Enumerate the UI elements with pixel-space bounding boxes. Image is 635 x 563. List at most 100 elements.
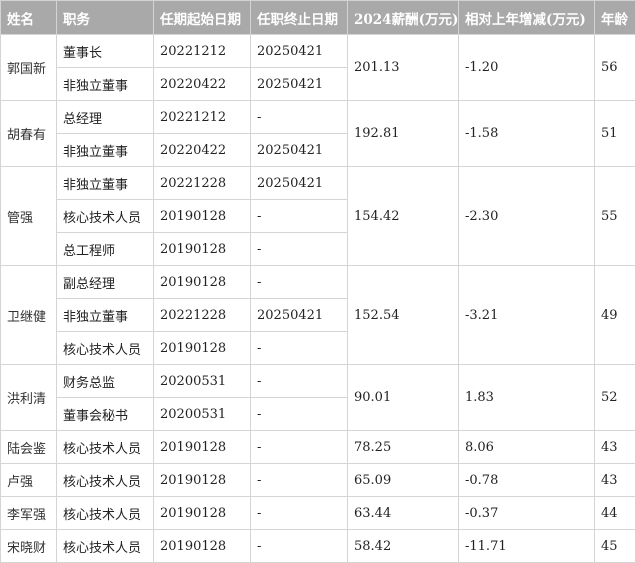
start-date-cell: 20190128 (154, 266, 251, 299)
age-cell: 52 (595, 365, 635, 431)
pay-cell: 152.54 (348, 266, 459, 365)
start-date-cell: 20200531 (154, 398, 251, 431)
position-cell: 非独立董事 (57, 299, 154, 332)
pay-cell: 58.42 (348, 530, 459, 563)
pay-cell: 192.81 (348, 101, 459, 167)
end-date-cell: - (251, 464, 348, 497)
pay-cell: 90.01 (348, 365, 459, 431)
change-cell: -0.78 (459, 464, 595, 497)
start-date-cell: 20190128 (154, 530, 251, 563)
header-age: 年龄 (595, 1, 635, 35)
change-cell: -0.37 (459, 497, 595, 530)
pay-cell: 78.25 (348, 431, 459, 464)
table-row: 李军强核心技术人员20190128-63.44-0.3744 (1, 497, 635, 530)
person-name: 胡春有 (1, 101, 57, 167)
age-cell: 45 (595, 530, 635, 563)
header-start-date: 任期起始日期 (154, 1, 251, 35)
change-cell: -1.20 (459, 35, 595, 101)
position-cell: 核心技术人员 (57, 497, 154, 530)
table-row: 胡春有总经理20221212-192.81-1.5851 (1, 101, 635, 134)
position-cell: 核心技术人员 (57, 464, 154, 497)
end-date-cell: - (251, 200, 348, 233)
position-cell: 核心技术人员 (57, 200, 154, 233)
person-name: 管强 (1, 167, 57, 266)
start-date-cell: 20221212 (154, 35, 251, 68)
table-row: 郭国新董事长2022121220250421201.13-1.2056 (1, 35, 635, 68)
table-row: 洪利清财务总监20200531-90.011.8352 (1, 365, 635, 398)
start-date-cell: 20221228 (154, 299, 251, 332)
person-name: 卫继健 (1, 266, 57, 365)
person-name: 宋晓财 (1, 530, 57, 563)
start-date-cell: 20220422 (154, 134, 251, 167)
table-body: 郭国新董事长2022121220250421201.13-1.2056非独立董事… (1, 35, 635, 563)
start-date-cell: 20190128 (154, 332, 251, 365)
start-date-cell: 20190128 (154, 233, 251, 266)
person-name: 洪利清 (1, 365, 57, 431)
end-date-cell: 20250421 (251, 35, 348, 68)
pay-cell: 154.42 (348, 167, 459, 266)
age-cell: 56 (595, 35, 635, 101)
table-row: 管强非独立董事2022122820250421154.42-2.3055 (1, 167, 635, 200)
change-cell: 8.06 (459, 431, 595, 464)
person-name: 郭国新 (1, 35, 57, 101)
end-date-cell: 20250421 (251, 167, 348, 200)
header-position: 职务 (57, 1, 154, 35)
end-date-cell: 20250421 (251, 299, 348, 332)
age-cell: 51 (595, 101, 635, 167)
start-date-cell: 20200531 (154, 365, 251, 398)
end-date-cell: - (251, 398, 348, 431)
header-end-date: 任职终止日期 (251, 1, 348, 35)
start-date-cell: 20190128 (154, 497, 251, 530)
end-date-cell: - (251, 266, 348, 299)
end-date-cell: - (251, 233, 348, 266)
start-date-cell: 20190128 (154, 200, 251, 233)
end-date-cell: - (251, 431, 348, 464)
position-cell: 非独立董事 (57, 68, 154, 101)
position-cell: 总经理 (57, 101, 154, 134)
age-cell: 49 (595, 266, 635, 365)
table-row: 卢强核心技术人员20190128-65.09-0.7843 (1, 464, 635, 497)
table-row: 卫继健副总经理20190128-152.54-3.2149 (1, 266, 635, 299)
change-cell: 1.83 (459, 365, 595, 431)
table-header: 姓名 职务 任期起始日期 任职终止日期 2024薪酬(万元) 相对上年增减(万元… (1, 1, 635, 35)
position-cell: 财务总监 (57, 365, 154, 398)
age-cell: 43 (595, 431, 635, 464)
pay-cell: 65.09 (348, 464, 459, 497)
position-cell: 非独立董事 (57, 167, 154, 200)
person-name: 卢强 (1, 464, 57, 497)
position-cell: 总工程师 (57, 233, 154, 266)
position-cell: 非独立董事 (57, 134, 154, 167)
change-cell: -3.21 (459, 266, 595, 365)
header-pay: 2024薪酬(万元) (348, 1, 459, 35)
start-date-cell: 20190128 (154, 464, 251, 497)
position-cell: 董事会秘书 (57, 398, 154, 431)
position-cell: 核心技术人员 (57, 431, 154, 464)
pay-cell: 63.44 (348, 497, 459, 530)
end-date-cell: 20250421 (251, 68, 348, 101)
end-date-cell: - (251, 101, 348, 134)
end-date-cell: - (251, 530, 348, 563)
end-date-cell: - (251, 365, 348, 398)
end-date-cell: 20250421 (251, 134, 348, 167)
start-date-cell: 20221228 (154, 167, 251, 200)
start-date-cell: 20220422 (154, 68, 251, 101)
table-row: 宋晓财核心技术人员20190128-58.42-11.7145 (1, 530, 635, 563)
age-cell: 43 (595, 464, 635, 497)
age-cell: 44 (595, 497, 635, 530)
age-cell: 55 (595, 167, 635, 266)
change-cell: -11.71 (459, 530, 595, 563)
executive-compensation-table: 姓名 职务 任期起始日期 任职终止日期 2024薪酬(万元) 相对上年增减(万元… (0, 0, 635, 563)
change-cell: -1.58 (459, 101, 595, 167)
position-cell: 核心技术人员 (57, 332, 154, 365)
start-date-cell: 20221212 (154, 101, 251, 134)
header-change: 相对上年增减(万元) (459, 1, 595, 35)
end-date-cell: - (251, 332, 348, 365)
start-date-cell: 20190128 (154, 431, 251, 464)
header-name: 姓名 (1, 1, 57, 35)
table-row: 陆会鉴核心技术人员20190128-78.258.0643 (1, 431, 635, 464)
end-date-cell: - (251, 497, 348, 530)
position-cell: 核心技术人员 (57, 530, 154, 563)
person-name: 李军强 (1, 497, 57, 530)
position-cell: 副总经理 (57, 266, 154, 299)
change-cell: -2.30 (459, 167, 595, 266)
